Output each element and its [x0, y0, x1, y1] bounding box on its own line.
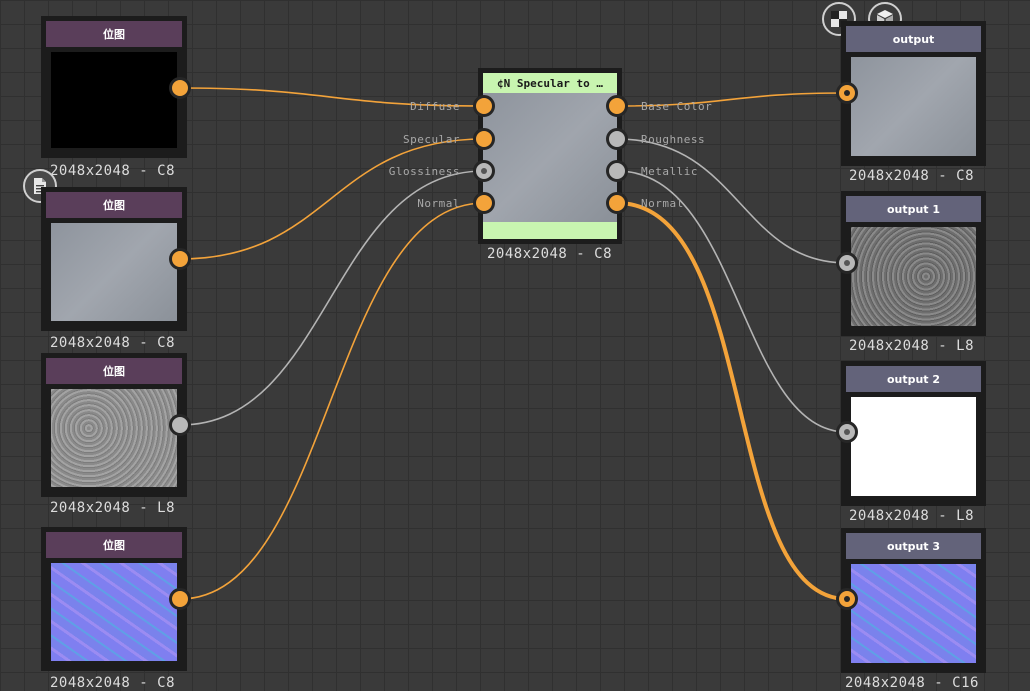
node-resolution: 2048x2048 - C8 — [50, 675, 176, 691]
output-label-normal: Normal — [641, 197, 684, 210]
node-title: output 1 — [846, 196, 981, 222]
node-thumbnail — [51, 563, 177, 661]
bitmap-node-specular[interactable]: 位图 — [41, 187, 187, 331]
node-thumbnail — [51, 389, 177, 487]
node-title: output 2 — [846, 366, 981, 392]
node-thumbnail — [851, 564, 976, 663]
output-node-metallic[interactable]: output 2 — [841, 361, 986, 506]
node-resolution: 2048x2048 - L8 — [50, 500, 176, 516]
node-title: 位图 — [46, 192, 182, 218]
output-node-roughness[interactable]: output 1 — [841, 191, 986, 336]
input-label-specular: Specular — [403, 133, 460, 146]
node-resolution: 2048x2048 - C16 — [845, 675, 979, 691]
output-port[interactable] — [169, 77, 191, 99]
output-port-roughness[interactable] — [606, 128, 628, 150]
node-title: output 3 — [846, 533, 981, 559]
node-title: output — [846, 26, 981, 52]
input-port-diffuse[interactable] — [473, 95, 495, 117]
input-port-normal[interactable] — [473, 192, 495, 214]
node-footer — [483, 222, 617, 239]
wire-normal-in[interactable] — [179, 202, 485, 600]
output-label-roughness: Roughness — [641, 133, 706, 146]
specular-to-metallic-node[interactable]: ¢N Specular to … — [478, 68, 622, 244]
node-thumbnail — [851, 397, 976, 496]
output-label-metallic: Metallic — [641, 165, 698, 178]
node-resolution: 2048x2048 - L8 — [849, 508, 975, 524]
node-resolution: 2048x2048 - L8 — [849, 338, 975, 354]
output-port[interactable] — [169, 588, 191, 610]
node-resolution: 2048x2048 - C8 — [50, 163, 176, 179]
wire-metallic[interactable] — [616, 170, 848, 433]
input-port[interactable] — [836, 252, 858, 274]
wire-normal-out[interactable] — [615, 201, 849, 601]
input-port[interactable] — [836, 588, 858, 610]
node-thumbnail — [51, 52, 177, 148]
input-port-specular[interactable] — [473, 128, 495, 150]
output-port[interactable] — [169, 248, 191, 270]
node-title: ¢N Specular to … — [483, 73, 617, 93]
node-thumbnail — [51, 223, 177, 321]
input-port-glossiness[interactable] — [473, 160, 495, 182]
node-resolution: 2048x2048 - C8 — [50, 335, 176, 351]
input-label-glossiness: Glossiness — [388, 165, 460, 178]
node-thumbnail — [483, 93, 617, 222]
node-title: 位图 — [46, 21, 182, 47]
node-title: 位图 — [46, 358, 182, 384]
bitmap-node-normal[interactable]: 位图 — [41, 527, 187, 671]
input-port[interactable] — [836, 421, 858, 443]
output-label-basecolor: Base Color — [641, 100, 713, 113]
node-thumbnail — [851, 57, 976, 156]
node-resolution: 2048x2048 - C8 — [487, 246, 613, 262]
node-thumbnail — [851, 227, 976, 326]
output-node-normal[interactable]: output 3 — [841, 528, 986, 673]
input-label-diffuse: Diffuse — [410, 100, 460, 113]
node-title: 位图 — [46, 532, 182, 558]
output-node-basecolor[interactable]: output — [841, 21, 986, 166]
output-port-basecolor[interactable] — [606, 95, 628, 117]
output-port-normal[interactable] — [606, 192, 628, 214]
input-label-normal: Normal — [417, 197, 460, 210]
output-port[interactable] — [169, 414, 191, 436]
bitmap-node-glossiness[interactable]: 位图 — [41, 353, 187, 497]
node-resolution: 2048x2048 - C8 — [849, 168, 975, 184]
bitmap-node-diffuse[interactable]: 位图 — [41, 16, 187, 158]
input-port[interactable] — [836, 82, 858, 104]
output-port-metallic[interactable] — [606, 160, 628, 182]
